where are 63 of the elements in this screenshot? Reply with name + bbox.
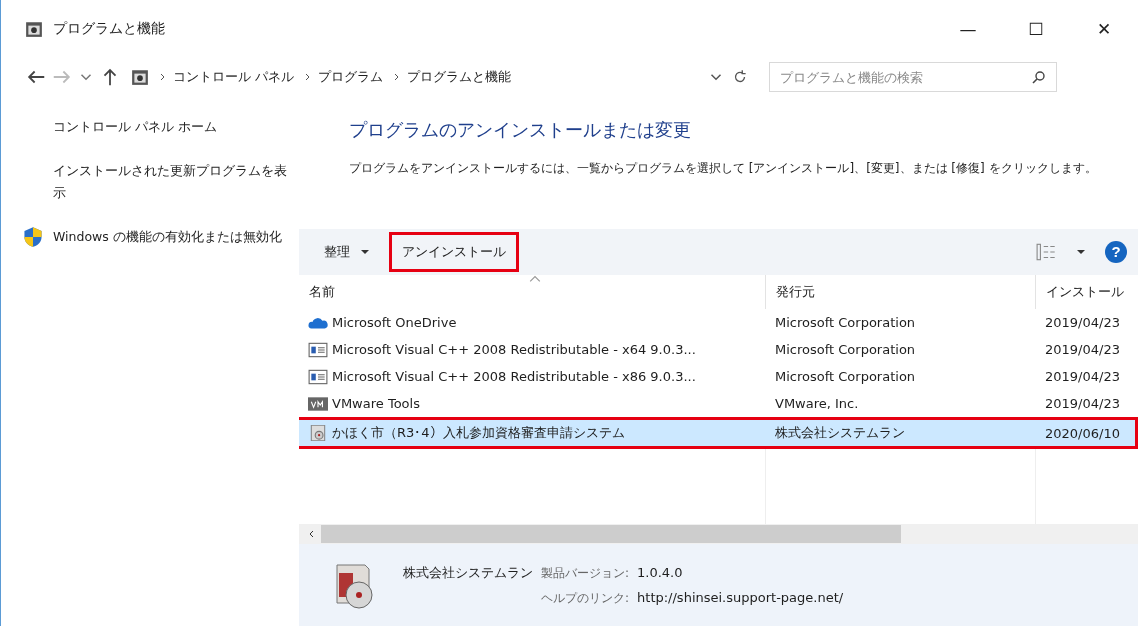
publisher-cell-text: Microsoft Corporation <box>774 315 917 330</box>
installer-icon <box>308 341 328 358</box>
publisher-cell-text: 株式会社システムラン <box>774 424 906 442</box>
program-row[interactable]: VMware Tools VMware, Inc. 2019/04/23 <box>299 390 1138 417</box>
sidebar-link[interactable]: Windows の機能の有効化または無効化 <box>53 226 289 248</box>
installer-icon <box>308 368 328 385</box>
horizontal-scrollbar[interactable] <box>299 524 1138 544</box>
program-name: VMware Tools <box>332 396 420 411</box>
minimize-button[interactable]: — <box>934 0 1002 58</box>
program-name: かほく市（R3･4）入札参加資格審査申請システム <box>332 424 625 442</box>
program-name: Microsoft Visual C++ 2008 Redistributable - x86 9.0.3... <box>332 369 696 384</box>
column-header[interactable]: 名前 <box>299 275 765 309</box>
caret-icon[interactable] <box>1076 249 1086 255</box>
search-icon <box>1031 69 1047 85</box>
chevron-right-icon <box>159 72 167 82</box>
date-cell-text: 2019/04/23 <box>1044 315 1121 330</box>
sidebar-link[interactable]: インストールされた更新プログラムを表示 <box>53 160 289 204</box>
chevron-right-icon <box>304 72 312 82</box>
page-heading: プログラムのアンインストールまたは変更 <box>349 118 692 142</box>
vm-icon <box>308 395 328 412</box>
maximize-button[interactable]: ☐ <box>1002 0 1070 58</box>
date-cell-text: 2020/06/10 <box>1044 425 1121 441</box>
detail-label: 製品バージョン: <box>541 564 630 582</box>
organize-button[interactable]: 整理 <box>311 232 383 272</box>
uninstall-button[interactable]: アンインストール <box>389 232 519 272</box>
publisher-cell-text: Microsoft Corporation <box>774 342 917 357</box>
sidebar-link[interactable]: コントロール パネル ホーム <box>53 116 289 138</box>
caret-icon <box>360 249 370 255</box>
breadcrumb[interactable]: プログラムと機能 <box>407 68 511 86</box>
app-box-icon <box>308 425 328 441</box>
date-cell-text: 2019/04/23 <box>1044 369 1121 384</box>
chevron-right-icon <box>393 72 401 82</box>
search-field[interactable]: プログラムと機能の検索 <box>769 62 1057 92</box>
program-name: Microsoft Visual C++ 2008 Redistributable - x64 9.0.3... <box>332 342 696 357</box>
scroll-left-icon[interactable] <box>307 529 315 539</box>
breadcrumb[interactable]: プログラム <box>318 68 383 86</box>
program-row[interactable]: Microsoft Visual C++ 2008 Redistributable - x86 9.0.3... Microsoft Corporation 2019/04/23 <box>299 363 1138 390</box>
breadcrumb[interactable]: コントロール パネル <box>173 68 294 86</box>
date-cell-text: 2019/04/23 <box>1044 342 1121 357</box>
publisher-cell-text: VMware, Inc. <box>774 396 860 411</box>
program-row[interactable]: かほく市（R3･4）入札参加資格審査申請システム 株式会社システムラン 2020/06/10 <box>299 417 1138 449</box>
address-field[interactable]: コントロール パネル プログラム プログラムと機能 <box>125 63 755 91</box>
column-header[interactable]: 発行元 <box>765 275 1035 309</box>
column-header[interactable]: インストール <box>1035 275 1138 309</box>
publisher-cell-text: Microsoft Corporation <box>774 369 917 384</box>
instruction-text: プログラムをアンインストールするには、一覧からプログラムを選択して [アンインストール]、[変更]、または [修復] をクリックします。 <box>349 160 1098 177</box>
program-row[interactable]: Microsoft OneDrive Microsoft Corporation 2019/04/23 <box>299 309 1138 336</box>
detail-value: 1.0.4.0 <box>637 564 684 580</box>
control-panel-icon <box>131 68 149 86</box>
shield-icon <box>23 226 43 248</box>
program-row[interactable]: Microsoft Visual C++ 2008 Redistributable - x64 9.0.3... Microsoft Corporation 2019/04/23 <box>299 336 1138 363</box>
help-icon[interactable]: ? <box>1104 240 1128 264</box>
publisher-name: 株式会社システムラン <box>403 563 533 582</box>
control-panel-icon <box>25 20 43 38</box>
close-button[interactable]: ✕ <box>1070 0 1138 58</box>
view-list-icon[interactable] <box>1036 243 1058 261</box>
window-title: プログラムと機能 <box>53 20 165 38</box>
detail-label: ヘルプのリンク: <box>541 589 630 607</box>
program-name: Microsoft OneDrive <box>332 315 457 330</box>
scrollbar-thumb[interactable] <box>321 525 901 543</box>
detail-value: http://shinsei.support-page.net/ <box>637 589 844 605</box>
sort-caret-icon <box>529 275 541 283</box>
date-cell-text: 2019/04/23 <box>1044 396 1121 411</box>
